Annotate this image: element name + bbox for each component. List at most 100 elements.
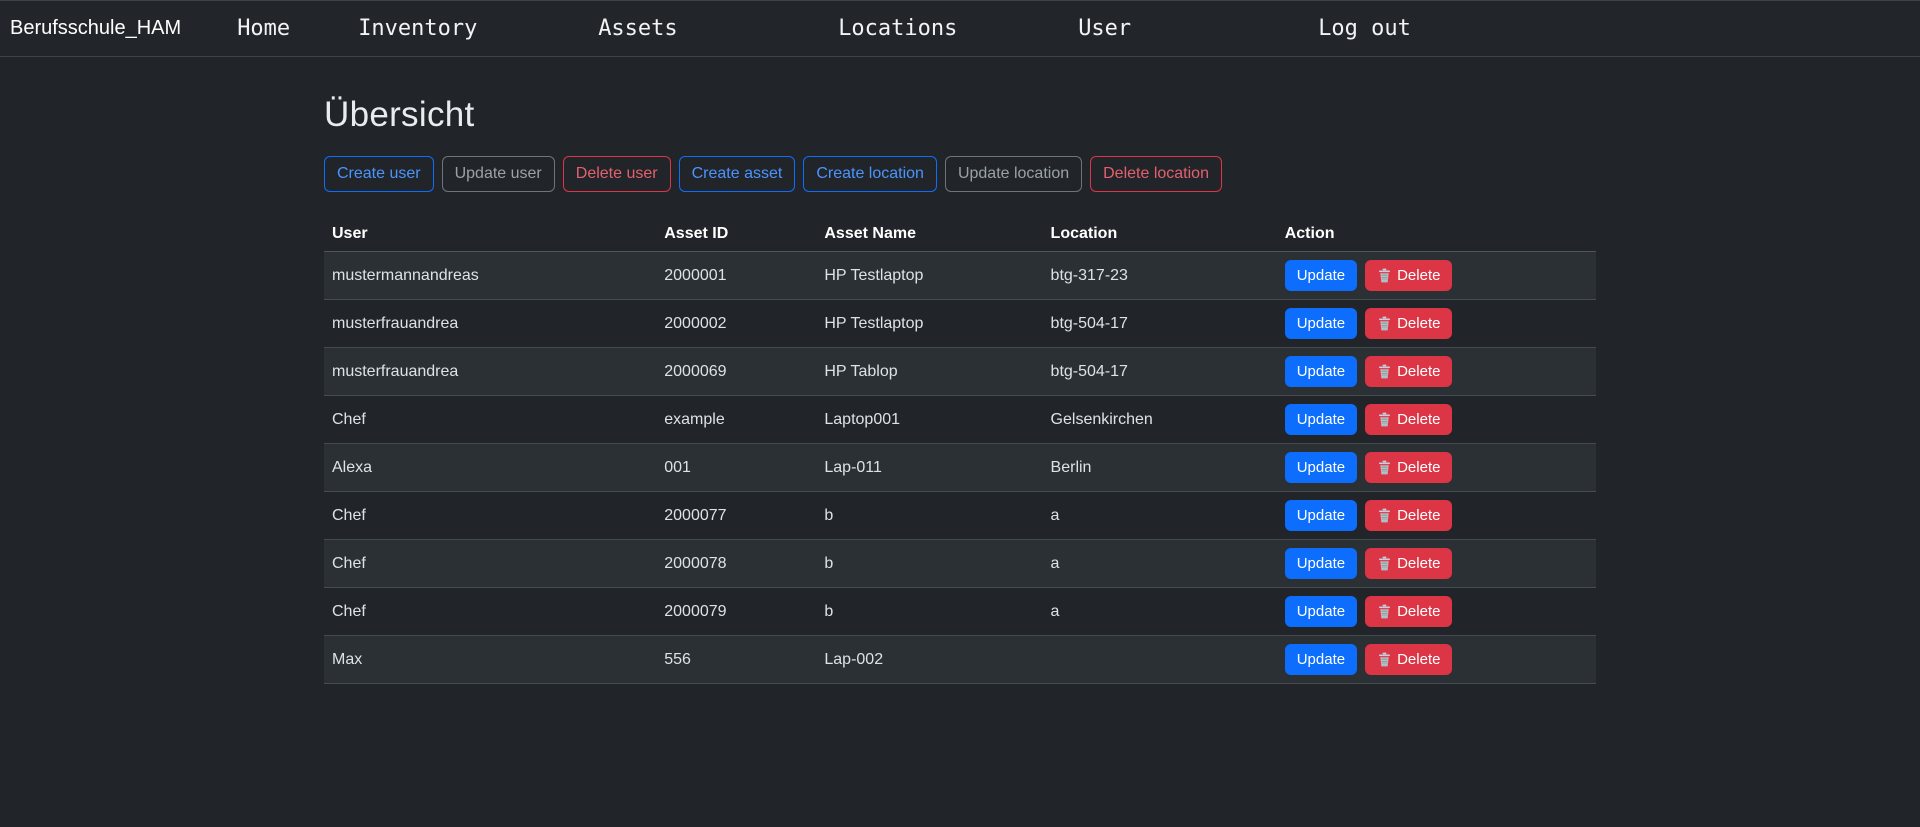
cell-location: Gelsenkirchen: [1043, 396, 1277, 444]
nav-item-assets: Assets: [598, 16, 838, 41]
cell-action: Update Delete: [1277, 444, 1596, 492]
cell-user: mustermannandreas: [324, 252, 656, 300]
delete-row-button[interactable]: Delete: [1365, 644, 1452, 675]
cell-action: Update Delete: [1277, 588, 1596, 636]
nav-link-inventory[interactable]: Inventory: [358, 16, 477, 41]
main-container: Übersicht Create userUpdate userDelete u…: [300, 95, 1620, 684]
nav-item-inventory: Inventory: [358, 16, 598, 41]
update-location-button[interactable]: Update location: [945, 156, 1082, 192]
table-row: Max556Lap-002Update Delete: [324, 636, 1596, 684]
cell-action: Update Delete: [1277, 396, 1596, 444]
asset-table: UserAsset IDAsset NameLocationAction mus…: [324, 217, 1596, 684]
table-row: Alexa001Lap-011BerlinUpdate Delete: [324, 444, 1596, 492]
cell-location: a: [1043, 588, 1277, 636]
column-header-asset-id: Asset ID: [656, 217, 816, 252]
delete-button-label: Delete: [1397, 601, 1440, 622]
cell-asset-id: 2000069: [656, 348, 816, 396]
create-location-button[interactable]: Create location: [803, 156, 937, 192]
nav-item-logout: Log out: [1318, 16, 1558, 41]
update-row-button[interactable]: Update: [1285, 500, 1357, 531]
delete-user-button[interactable]: Delete user: [563, 156, 671, 192]
update-row-button[interactable]: Update: [1285, 548, 1357, 579]
toolbar: Create userUpdate userDelete userCreate …: [324, 156, 1596, 192]
update-row-button[interactable]: Update: [1285, 452, 1357, 483]
table-row: Chef2000078baUpdate Delete: [324, 540, 1596, 588]
delete-row-button[interactable]: Delete: [1365, 404, 1452, 435]
nav-item-home: Home: [237, 16, 358, 41]
nav-link-logout[interactable]: Log out: [1318, 16, 1411, 41]
nav-link-user[interactable]: User: [1078, 16, 1131, 41]
update-row-button[interactable]: Update: [1285, 404, 1357, 435]
column-header-location: Location: [1043, 217, 1277, 252]
cell-asset-name: Lap-011: [816, 444, 1042, 492]
cell-asset-name: Lap-002: [816, 636, 1042, 684]
trash-icon: [1377, 556, 1392, 571]
brand-link[interactable]: Berufsschule_HAM: [10, 17, 181, 40]
update-row-button[interactable]: Update: [1285, 596, 1357, 627]
nav-link-assets[interactable]: Assets: [598, 16, 677, 41]
table-row: musterfrauandrea2000069HP Tablopbtg-504-…: [324, 348, 1596, 396]
delete-button-label: Delete: [1397, 265, 1440, 286]
delete-button-label: Delete: [1397, 457, 1440, 478]
nav-item-locations: Locations: [838, 16, 1078, 41]
delete-row-button[interactable]: Delete: [1365, 548, 1452, 579]
page-title: Übersicht: [324, 95, 1596, 135]
cell-asset-name: HP Tablop: [816, 348, 1042, 396]
cell-asset-id: 001: [656, 444, 816, 492]
nav-link-locations[interactable]: Locations: [838, 16, 957, 41]
nav-link-home[interactable]: Home: [237, 16, 290, 41]
nav-list: Home Inventory Assets Locations User Log out: [237, 16, 1558, 41]
update-user-button[interactable]: Update user: [442, 156, 555, 192]
cell-action: Update Delete: [1277, 300, 1596, 348]
trash-icon: [1377, 604, 1392, 619]
delete-button-label: Delete: [1397, 313, 1440, 334]
column-header-action: Action: [1277, 217, 1596, 252]
cell-action: Update Delete: [1277, 540, 1596, 588]
delete-row-button[interactable]: Delete: [1365, 260, 1452, 291]
cell-asset-id: 2000079: [656, 588, 816, 636]
cell-asset-name: b: [816, 540, 1042, 588]
table-row: Chef2000079baUpdate Delete: [324, 588, 1596, 636]
cell-action: Update Delete: [1277, 348, 1596, 396]
trash-icon: [1377, 316, 1392, 331]
delete-location-button[interactable]: Delete location: [1090, 156, 1222, 192]
cell-location: btg-504-17: [1043, 300, 1277, 348]
cell-user: Chef: [324, 396, 656, 444]
table-row: ChefexampleLaptop001GelsenkirchenUpdate …: [324, 396, 1596, 444]
delete-row-button[interactable]: Delete: [1365, 356, 1452, 387]
cell-user: Alexa: [324, 444, 656, 492]
update-row-button[interactable]: Update: [1285, 260, 1357, 291]
cell-asset-id: 2000001: [656, 252, 816, 300]
cell-asset-id: 2000077: [656, 492, 816, 540]
cell-action: Update Delete: [1277, 252, 1596, 300]
create-asset-button[interactable]: Create asset: [679, 156, 796, 192]
table-row: Chef2000077ba Update Delete: [324, 492, 1596, 540]
cell-asset-id: example: [656, 396, 816, 444]
cell-location: btg-504-17: [1043, 348, 1277, 396]
delete-row-button[interactable]: Delete: [1365, 500, 1452, 531]
update-row-button[interactable]: Update: [1285, 308, 1357, 339]
delete-row-button[interactable]: Delete: [1365, 596, 1452, 627]
create-user-button[interactable]: Create user: [324, 156, 434, 192]
cell-user: musterfrauandrea: [324, 300, 656, 348]
trash-icon: [1377, 364, 1392, 379]
trash-icon: [1377, 508, 1392, 523]
trash-icon: [1377, 460, 1392, 475]
cell-location: a: [1043, 492, 1277, 540]
cell-location: [1043, 636, 1277, 684]
trash-icon: [1377, 412, 1392, 427]
cell-asset-name: b: [816, 492, 1042, 540]
delete-row-button[interactable]: Delete: [1365, 452, 1452, 483]
table-header: UserAsset IDAsset NameLocationAction: [324, 217, 1596, 252]
update-row-button[interactable]: Update: [1285, 356, 1357, 387]
delete-row-button[interactable]: Delete: [1365, 308, 1452, 339]
cell-asset-id: 2000078: [656, 540, 816, 588]
cell-user: musterfrauandrea: [324, 348, 656, 396]
cell-user: Chef: [324, 492, 656, 540]
cell-location: btg-317-23: [1043, 252, 1277, 300]
cell-user: Max: [324, 636, 656, 684]
cell-asset-name: HP Testlaptop: [816, 252, 1042, 300]
table-body: mustermannandreas2000001HP Testlaptopbtg…: [324, 252, 1596, 684]
update-row-button[interactable]: Update: [1285, 644, 1357, 675]
delete-button-label: Delete: [1397, 505, 1440, 526]
